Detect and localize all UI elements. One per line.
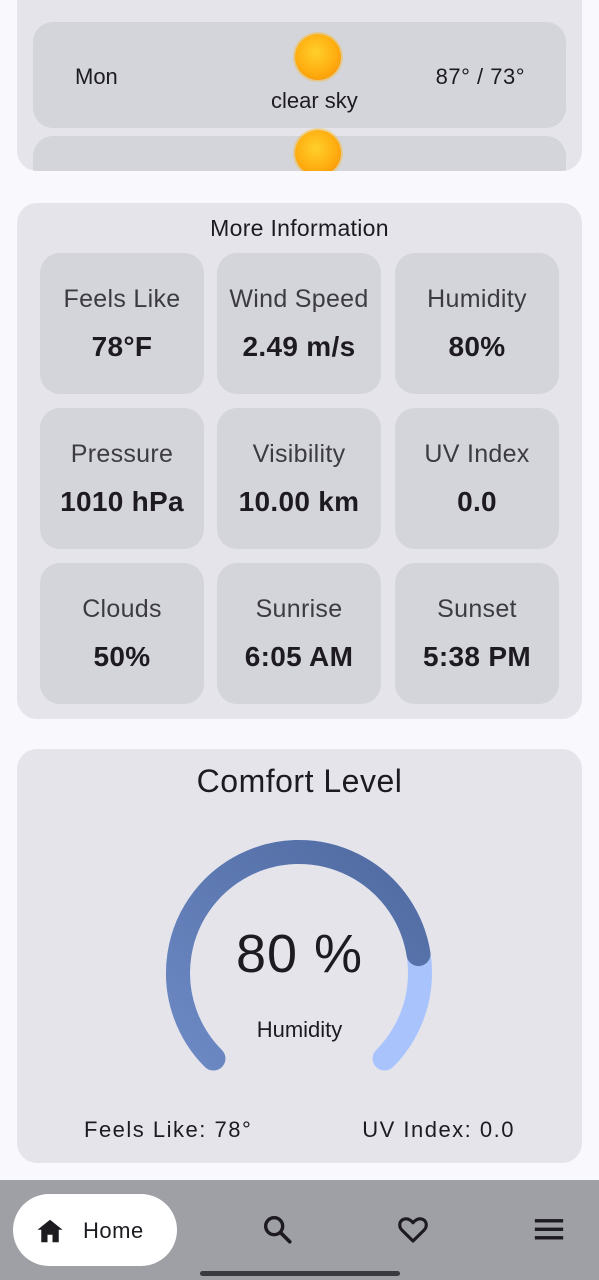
gauge-value: 80 % xyxy=(235,924,364,984)
tile-label: Pressure xyxy=(70,440,174,468)
tile-label: Visibility xyxy=(252,440,346,468)
heart-icon[interactable] xyxy=(395,1212,431,1246)
info-tile-sunset: Sunset 5:38 PM xyxy=(395,563,559,704)
gauge-label: Humidity xyxy=(256,1017,343,1042)
section-title: More Information xyxy=(210,215,389,241)
tile-value: 10.00 km xyxy=(238,486,360,517)
tile-label: Wind Speed xyxy=(229,285,369,313)
tile-value: 1010 hPa xyxy=(60,486,184,517)
sun-icon xyxy=(295,34,341,80)
info-tile-visibility: Visibility 10.00 km xyxy=(217,408,381,549)
forecast-card: Mon clear sky 87° / 73° xyxy=(17,0,582,171)
tile-value: 80% xyxy=(448,331,506,362)
tile-label: Sunset xyxy=(437,595,517,623)
forecast-day: Mon xyxy=(75,64,118,89)
forecast-row[interactable]: Mon clear sky 87° / 73° xyxy=(33,22,566,128)
gesture-bar xyxy=(200,1271,400,1276)
tile-label: Humidity xyxy=(427,285,527,313)
nav-home-label: Home xyxy=(83,1218,144,1243)
tile-value: 2.49 m/s xyxy=(242,331,356,362)
nav-home-button[interactable]: Home xyxy=(13,1194,177,1266)
uv-index-summary: UV Index: 0.0 xyxy=(362,1117,515,1142)
tile-label: Feels Like xyxy=(63,285,181,313)
comfort-level-card: Comfort Level 80 % Humidity Feels Like: … xyxy=(17,749,582,1163)
info-tile-clouds: Clouds 50% xyxy=(40,563,204,704)
info-tile-sunrise: Sunrise 6:05 AM xyxy=(217,563,381,704)
tile-value: 5:38 PM xyxy=(423,641,531,672)
tile-value: 6:05 AM xyxy=(244,641,354,672)
tile-value: 78°F xyxy=(91,331,153,362)
more-information-card: More Information Feels Like 78°F Wind Sp… xyxy=(17,203,582,719)
info-tile-uv-index: UV Index 0.0 xyxy=(395,408,559,549)
menu-icon[interactable] xyxy=(532,1212,566,1246)
info-tile-pressure: Pressure 1010 hPa xyxy=(40,408,204,549)
tile-value: 0.0 xyxy=(457,486,497,517)
tile-label: Sunrise xyxy=(255,595,343,623)
search-icon[interactable] xyxy=(260,1212,294,1246)
tile-label: Clouds xyxy=(82,595,162,623)
info-tile-wind-speed: Wind Speed 2.49 m/s xyxy=(217,253,381,394)
feels-like-summary: Feels Like: 78° xyxy=(84,1117,253,1142)
forecast-description: clear sky xyxy=(271,88,358,113)
bottom-navigation: Home xyxy=(0,1180,599,1280)
forecast-temperature: 87° / 73° xyxy=(435,64,525,89)
tile-label: UV Index xyxy=(424,440,530,468)
sun-icon xyxy=(295,130,341,171)
info-tile-feels-like: Feels Like 78°F xyxy=(40,253,204,394)
tile-value: 50% xyxy=(93,641,151,672)
home-icon xyxy=(37,1219,63,1243)
info-tile-humidity: Humidity 80% xyxy=(395,253,559,394)
forecast-row[interactable] xyxy=(33,130,566,171)
